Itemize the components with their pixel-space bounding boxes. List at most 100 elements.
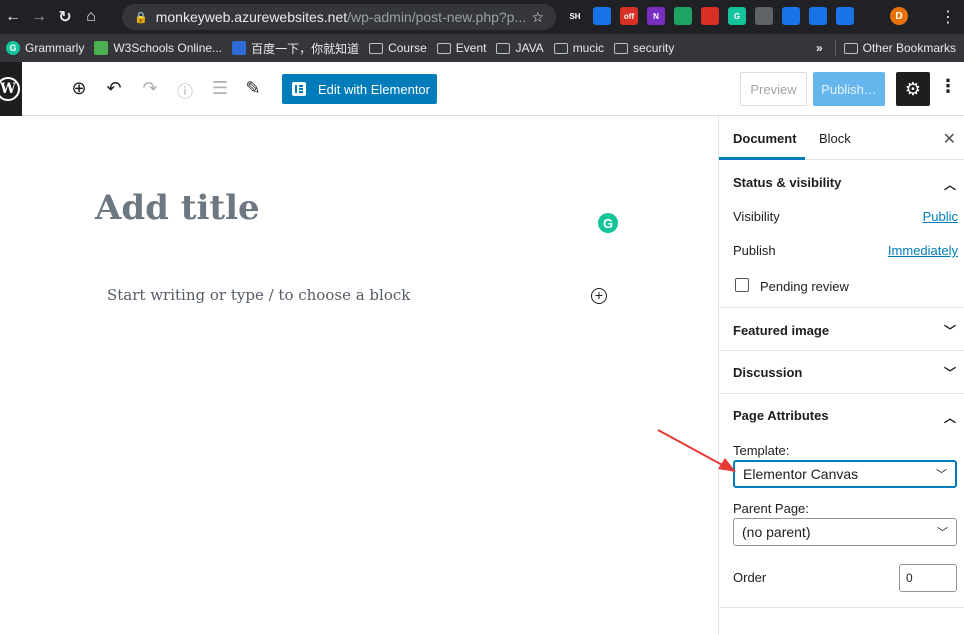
preview-button[interactable]: Preview [740, 72, 807, 106]
forward-arrow-icon[interactable]: → [26, 8, 52, 26]
order-label: Order [733, 570, 767, 585]
browser-menu-icon[interactable]: ⋮ [940, 7, 956, 27]
editor-canvas: Add title G Start writing or type / to c… [0, 116, 718, 634]
folder-icon [553, 42, 568, 54]
visibility-label: Visibility [733, 209, 780, 224]
back-arrow-icon[interactable]: ← [0, 8, 26, 26]
gear-icon: ⚙ [904, 78, 922, 99]
add-block-icon[interactable]: ⊕ [68, 78, 90, 99]
pending-review-checkbox[interactable] [735, 278, 749, 292]
edit-with-elementor-button[interactable]: Edit with Elementor [282, 74, 437, 104]
bookmark-other-folder[interactable]: Other Bookmarks [843, 41, 956, 55]
panel-title[interactable]: Page Attributes [733, 408, 829, 423]
extension-icon[interactable] [836, 7, 854, 25]
panel-title[interactable]: Status & visibility [733, 175, 841, 190]
bookmark-folder-security[interactable]: security [614, 41, 674, 55]
editor-toolbar: W ⊕ ↶ ↷ ⓘ ☰ ✎ Edit with Elementor Previe… [0, 62, 964, 116]
chevron-down-icon: ﹀ [936, 469, 947, 481]
extension-icon[interactable] [701, 7, 719, 25]
folder-icon [843, 42, 858, 54]
extension-icon[interactable]: G [728, 7, 746, 25]
bookmark-folder-mucic[interactable]: mucic [553, 41, 605, 55]
block-appender[interactable]: Start writing or type / to choose a bloc… [107, 286, 410, 304]
reload-icon[interactable]: ↻ [52, 7, 78, 27]
sidebar-tabs: Document Block ✕ [719, 116, 964, 160]
bookmark-label: W3Schools Online... [113, 41, 223, 55]
bookmark-label: Event [455, 41, 487, 55]
template-selected-value: Elementor Canvas [743, 466, 859, 482]
extension-icon[interactable] [782, 7, 800, 25]
panel-title[interactable]: Discussion [733, 365, 802, 380]
visibility-link[interactable]: Public [923, 209, 958, 224]
more-options-icon[interactable]: ⋮ [938, 76, 958, 97]
panel-featured-image[interactable]: Featured image ﹀ [719, 308, 964, 351]
url-path: /wp-admin/post-new.php?p... [347, 9, 527, 25]
folder-icon [496, 42, 511, 54]
grammarly-icon[interactable]: G [598, 213, 618, 233]
bookmark-folder-java[interactable]: JAVA [496, 41, 544, 55]
bookmarks-divider [834, 40, 836, 56]
template-label: Template: [733, 443, 790, 458]
outline-icon[interactable]: ☰ [209, 78, 231, 99]
extension-icon[interactable] [809, 7, 827, 25]
tools-pencil-icon[interactable]: ✎ [242, 78, 264, 99]
grammarly-icon: G [6, 41, 20, 55]
pending-review-label[interactable]: Pending review [760, 279, 849, 294]
publish-button[interactable]: Publish… [813, 72, 885, 106]
template-select[interactable]: Elementor Canvas ﹀ [733, 460, 957, 488]
parent-page-select[interactable]: (no parent) ﹀ [733, 518, 957, 546]
wordpress-logo-button[interactable]: W [0, 62, 22, 116]
bookmark-label: Other Bookmarks [862, 41, 956, 55]
inline-add-block-icon[interactable]: + [591, 288, 607, 304]
panel-title[interactable]: Featured image [733, 323, 829, 338]
extension-icon[interactable] [755, 7, 773, 25]
tab-document[interactable]: Document [733, 131, 797, 146]
bookmark-label: mucic [572, 41, 605, 55]
bookmarks-overflow-button[interactable]: » [816, 41, 823, 55]
chevron-up-icon[interactable]: ︿ [944, 176, 956, 193]
lock-icon: 🔒 [134, 11, 148, 24]
bookmark-folder-course[interactable]: Course [369, 41, 427, 55]
profile-avatar[interactable]: D [890, 7, 908, 25]
parent-page-label: Parent Page: [733, 501, 809, 516]
tab-block[interactable]: Block [819, 131, 851, 146]
bookmark-label: Grammarly [25, 41, 85, 55]
info-icon[interactable]: ⓘ [174, 78, 196, 102]
post-title-input[interactable]: Add title [95, 188, 260, 228]
bookmark-w3schools[interactable]: W3Schools Online... [94, 41, 222, 55]
bookmark-grammarly[interactable]: G Grammarly [6, 41, 84, 55]
folder-icon [369, 42, 384, 54]
extension-icon[interactable] [674, 7, 692, 25]
chevron-down-icon[interactable]: ﹀ [944, 322, 956, 339]
elementor-icon [292, 82, 306, 96]
baidu-icon [232, 41, 247, 55]
extension-icon[interactable] [593, 7, 611, 25]
address-bar[interactable]: 🔒 monkeyweb.azurewebsites.net/wp-admin/p… [122, 4, 556, 30]
chevron-up-icon[interactable]: ︿ [944, 409, 956, 426]
settings-gear-button[interactable]: ⚙ [896, 72, 930, 106]
extension-icon[interactable]: off [620, 7, 638, 25]
bookmark-star-icon[interactable]: ☆ [531, 9, 544, 26]
extension-icon[interactable]: SH [566, 7, 584, 25]
chevron-down-icon: ﹀ [937, 527, 948, 539]
bookmark-label: Course [388, 41, 427, 55]
redo-icon[interactable]: ↷ [139, 78, 161, 99]
home-icon[interactable]: ⌂ [78, 8, 104, 26]
panel-discussion[interactable]: Discussion ﹀ [719, 351, 964, 394]
bookmark-label: JAVA [515, 41, 544, 55]
chevron-down-icon[interactable]: ﹀ [944, 364, 956, 381]
url-host: monkeyweb.azurewebsites.net [155, 9, 348, 25]
publish-label: Publish [733, 243, 776, 258]
bookmark-baidu[interactable]: 百度一下，你就知道 [232, 40, 359, 57]
undo-icon[interactable]: ↶ [103, 78, 125, 99]
extension-icon[interactable] [863, 7, 881, 25]
close-icon[interactable]: ✕ [943, 129, 956, 149]
settings-sidebar: Document Block ✕ Status & visibility ︿ V… [718, 116, 964, 634]
bookmark-folder-event[interactable]: Event [436, 41, 487, 55]
bookmark-label: 百度一下，你就知道 [251, 41, 360, 56]
extension-icon[interactable]: N [647, 7, 665, 25]
publish-date-link[interactable]: Immediately [888, 243, 958, 258]
bookmarks-bar: G Grammarly W3Schools Online... 百度一下，你就知道… [0, 34, 964, 62]
w3schools-icon [94, 41, 109, 55]
order-input[interactable]: 0 [899, 564, 957, 592]
